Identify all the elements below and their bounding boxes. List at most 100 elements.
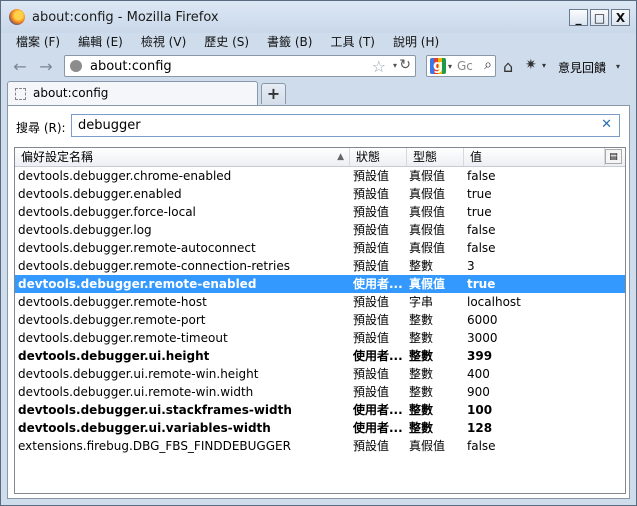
feedback-button[interactable]: 意見回饋 (558, 59, 606, 76)
minimize-button[interactable]: _ (569, 9, 588, 26)
pref-type: 真假值 (409, 223, 446, 237)
pref-name: devtools.debugger.remote-enabled (18, 277, 257, 291)
menu-edit[interactable]: 編輯 (E) (71, 33, 130, 51)
preference-row[interactable]: devtools.debugger.enabled 預設值 真假值 true (15, 185, 625, 203)
column-header-name[interactable]: 偏好設定名稱 ▲ (15, 148, 350, 166)
column-name-label: 偏好設定名稱 (21, 150, 94, 164)
close-button[interactable]: X (611, 9, 630, 26)
pref-name: devtools.debugger.ui.variables-width (18, 421, 271, 435)
url-bar[interactable]: about:config ☆ ▾ ↻ (64, 55, 416, 77)
pref-type: 整數 (409, 403, 434, 417)
pref-status: 使用者... (353, 277, 403, 291)
pref-value: localhost (467, 295, 521, 309)
preference-row[interactable]: devtools.debugger.remote-connection-retr… (15, 257, 625, 275)
browser-window: about:config - Mozilla Firefox _ □ X 檔案 … (0, 0, 637, 506)
tab-about-config[interactable]: about:config (7, 81, 258, 105)
feedback-dropdown-icon[interactable]: ▾ (616, 62, 620, 71)
new-tab-button[interactable]: + (261, 83, 286, 104)
column-header-row: 偏好設定名稱 ▲ 狀態 型態 值 ▤ (15, 148, 625, 167)
pref-type: 字串 (409, 295, 434, 309)
pref-name: devtools.debugger.remote-timeout (18, 331, 228, 345)
pref-value: 3 (467, 259, 475, 273)
search-magnifier-icon[interactable]: ⌕ (484, 57, 492, 73)
pref-status: 預設值 (353, 295, 390, 309)
pref-value: 900 (467, 385, 490, 399)
preference-row[interactable]: devtools.debugger.remote-timeout 預設值 整數 300… (15, 329, 625, 347)
window-title: about:config - Mozilla Firefox (32, 10, 219, 25)
pref-status: 預設值 (353, 313, 390, 327)
sort-ascending-icon: ▲ (337, 152, 344, 162)
pref-type: 真假值 (409, 439, 446, 453)
preferences-tree[interactable]: 偏好設定名稱 ▲ 狀態 型態 值 ▤ devtools.debugger.chr… (14, 147, 626, 494)
preference-row[interactable]: devtools.debugger.chrome-enabled 預設值 真假值 fa… (15, 167, 625, 185)
pref-type: 整數 (409, 331, 434, 345)
menu-bookmarks[interactable]: 書籤 (B) (260, 33, 319, 51)
pref-status: 預設值 (353, 259, 390, 273)
reload-icon[interactable]: ↻ (399, 57, 411, 73)
pref-value: 6000 (467, 313, 498, 327)
window-controls: _ □ X (569, 9, 630, 27)
pref-status: 使用者... (353, 421, 403, 435)
column-picker-icon[interactable]: ▤ (605, 149, 622, 164)
pref-status: 使用者... (353, 403, 403, 417)
preference-row[interactable]: devtools.debugger.remote-enabled 使用者... 真假… (15, 275, 625, 293)
google-icon[interactable]: g (430, 58, 446, 74)
search-placeholder: Gc (457, 59, 473, 73)
menu-help[interactable]: 說明 (H) (386, 33, 446, 51)
preference-row[interactable]: devtools.debugger.ui.variables-width 使用者.… (15, 419, 625, 437)
column-header-type[interactable]: 型態 (407, 148, 464, 166)
preference-row[interactable]: extensions.firebug.DBG_FBS_FINDDEBUGGER 預… (15, 437, 625, 455)
pref-type: 整數 (409, 367, 434, 381)
pref-status: 預設值 (353, 223, 390, 237)
bookmark-star-icon[interactable]: ☆ (372, 57, 386, 76)
bug-icon[interactable]: ✷ (525, 57, 537, 73)
pref-name: devtools.debugger.ui.stackframes-width (18, 403, 292, 417)
search-bar[interactable]: g ▾ Gc ⌕ (426, 55, 496, 77)
menu-file[interactable]: 檔案 (F) (9, 33, 67, 51)
bug-dropdown-icon[interactable]: ▾ (542, 61, 546, 70)
pref-value: 3000 (467, 331, 498, 345)
filter-value: debugger (78, 118, 141, 133)
preference-row[interactable]: devtools.debugger.ui.height 使用者... 整數 399 (15, 347, 625, 365)
pref-type: 整數 (409, 259, 434, 273)
preference-row[interactable]: devtools.debugger.force-local 預設值 真假值 true (15, 203, 625, 221)
pref-type: 真假值 (409, 187, 446, 201)
menu-tools[interactable]: 工具 (T) (323, 33, 382, 51)
preference-row[interactable]: devtools.debugger.ui.remote-win.height 預設… (15, 365, 625, 383)
clear-filter-icon[interactable]: ✕ (601, 117, 612, 132)
pref-value: false (467, 241, 496, 255)
back-arrow-icon[interactable]: ← (11, 58, 29, 76)
column-header-status[interactable]: 狀態 (350, 148, 407, 166)
pref-name: devtools.debugger.remote-port (18, 313, 206, 327)
site-identity-icon[interactable] (70, 60, 82, 72)
title-bar: about:config - Mozilla Firefox _ □ X (1, 1, 636, 33)
pref-status: 預設值 (353, 187, 390, 201)
forward-arrow-icon[interactable]: → (37, 58, 55, 76)
pref-name: devtools.debugger.ui.remote-win.width (18, 385, 254, 399)
menu-bar: 檔案 (F) 編輯 (E) 檢視 (V) 歷史 (S) 書籤 (B) 工具 (T… (9, 33, 628, 51)
preference-row[interactable]: devtools.debugger.remote-host 預設值 字串 localh… (15, 293, 625, 311)
preference-row[interactable]: devtools.debugger.ui.stackframes-width 使用… (15, 401, 625, 419)
preference-row[interactable]: devtools.debugger.ui.remote-win.width 預設值… (15, 383, 625, 401)
preference-row[interactable]: devtools.debugger.remote-port 預設值 整數 6000 (15, 311, 625, 329)
navigation-toolbar: ← → about:config ☆ ▾ ↻ g ▾ Gc ⌕ ⌂ ✷ ▾ 意見… (9, 53, 628, 81)
pref-name: devtools.debugger.remote-host (18, 295, 207, 309)
home-icon[interactable]: ⌂ (503, 57, 513, 76)
pref-type: 整數 (409, 349, 434, 363)
preference-row[interactable]: devtools.debugger.log 預設值 真假值 false (15, 221, 625, 239)
url-dropdown-icon[interactable]: ▾ (393, 61, 397, 70)
filter-label: 搜尋 (R): (16, 121, 66, 135)
maximize-button[interactable]: □ (590, 9, 609, 26)
pref-type: 真假值 (409, 169, 446, 183)
pref-value: 128 (467, 421, 493, 435)
column-header-value[interactable]: 值 (464, 148, 605, 166)
pref-status: 預設值 (353, 385, 390, 399)
filter-input[interactable]: debugger ✕ (71, 114, 620, 137)
menu-view[interactable]: 檢視 (V) (134, 33, 193, 51)
menu-history[interactable]: 歷史 (S) (197, 33, 256, 51)
search-engine-dropdown-icon[interactable]: ▾ (448, 62, 452, 71)
pref-name: devtools.debugger.enabled (18, 187, 182, 201)
pref-value: true (467, 205, 492, 219)
preference-row[interactable]: devtools.debugger.remote-autoconnect 預設值 真… (15, 239, 625, 257)
pref-value: 400 (467, 367, 490, 381)
